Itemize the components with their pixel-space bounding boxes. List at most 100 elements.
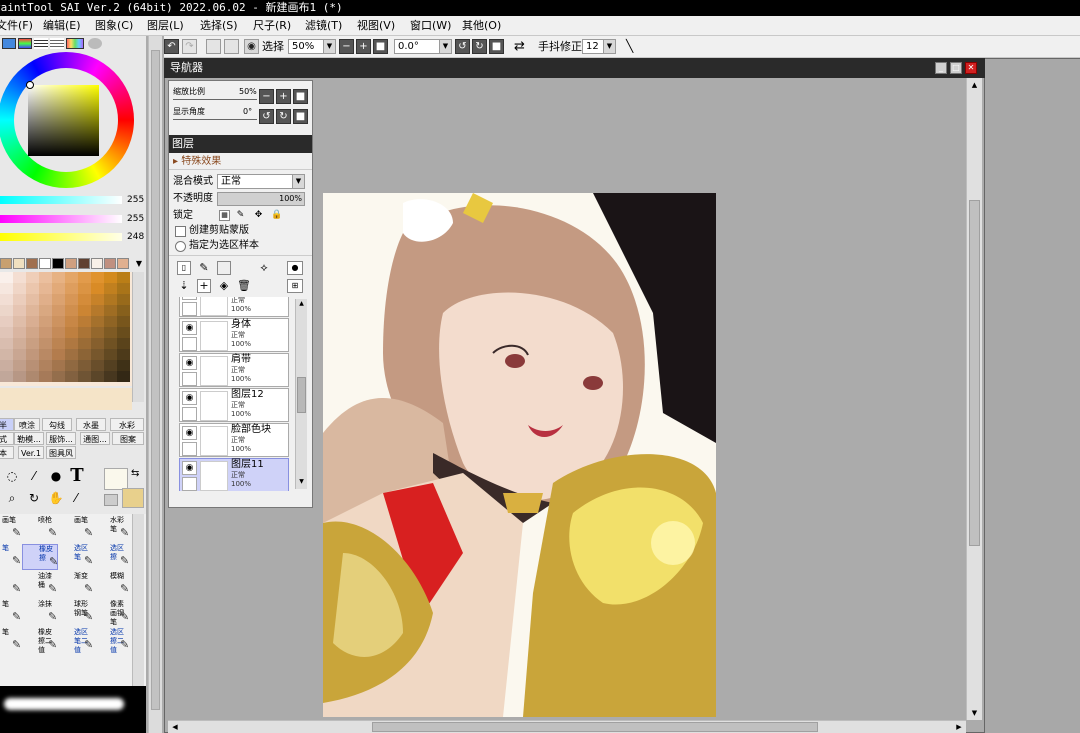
redo-icon[interactable]: ↷ [182, 39, 197, 54]
brush-tool[interactable]: 像素画钢笔 ✎ [94, 600, 130, 626]
menu-window[interactable]: 窗口(W) [410, 16, 451, 36]
palette-cell[interactable] [104, 316, 117, 327]
brush-tab[interactable]: 水彩 [110, 418, 144, 431]
brush-tool[interactable]: 橡皮擦 ✎ [22, 544, 58, 570]
palette-cell[interactable] [65, 338, 78, 349]
layer-effects-icon[interactable]: ⟡ [257, 261, 271, 275]
scratchpad-mode-icon[interactable] [50, 38, 64, 49]
new-folder-icon[interactable] [217, 261, 231, 275]
swatch-4[interactable] [52, 258, 64, 269]
eye-icon[interactable]: ◉ [182, 461, 197, 475]
palette-cell[interactable] [91, 294, 104, 305]
canvas-vertical-scrollbar[interactable]: ▲ ▼ [966, 78, 982, 720]
brush-tab[interactable]: 式 [0, 432, 14, 445]
brush-tool[interactable]: 笔 ✎ [0, 600, 22, 626]
palette-cell[interactable] [39, 349, 52, 360]
scroll-down-icon[interactable]: ▼ [296, 477, 307, 487]
swatch-6[interactable] [78, 258, 90, 269]
layer-item[interactable]: ◉ 肩带 正常 100% [179, 353, 289, 387]
new-pen-layer-icon[interactable]: ✎ [197, 261, 211, 275]
palette-cell[interactable] [13, 360, 26, 371]
layer-item[interactable]: ◉ 脸部色块 正常 100% [179, 423, 289, 457]
zoom-icon[interactable]: ⌕ [4, 490, 20, 506]
palette-cell[interactable] [52, 338, 65, 349]
eye-icon[interactable]: ◉ [182, 356, 197, 370]
nav-rotate-left-icon[interactable]: ↺ [259, 109, 274, 124]
lock-transparency-icon[interactable]: ▦ [219, 210, 230, 221]
red-slider[interactable] [0, 196, 122, 204]
palette-cell[interactable] [0, 316, 13, 327]
brush-tool[interactable]: 水彩笔 ✎ [94, 516, 130, 542]
palette-cell[interactable] [65, 360, 78, 371]
palette-cell[interactable] [52, 327, 65, 338]
palette-cell[interactable] [39, 360, 52, 371]
menu-select[interactable]: 选择(S) [200, 16, 238, 36]
palette-cell[interactable] [104, 360, 117, 371]
clip-mask-checkbox[interactable] [175, 226, 186, 237]
brush-tab[interactable]: 服饰... [46, 432, 76, 445]
palette-cell[interactable] [91, 327, 104, 338]
blue-slider[interactable] [0, 233, 122, 241]
palette-cell[interactable] [104, 327, 117, 338]
swatch-9[interactable] [117, 258, 129, 269]
palette-cell[interactable] [117, 305, 130, 316]
deselect-icon[interactable] [206, 39, 221, 54]
layer-item[interactable]: ◉ 图层12 正常 100% [179, 388, 289, 422]
palette-cell[interactable] [91, 283, 104, 294]
secondary-color-swatch[interactable] [104, 468, 128, 490]
layer-select-checkbox[interactable] [182, 407, 197, 421]
palette-cell[interactable] [0, 272, 13, 283]
palette-cell[interactable] [39, 316, 52, 327]
delete-layer-icon[interactable]: 🗑 [237, 279, 251, 293]
nav-rotate-right-icon[interactable]: ↻ [276, 109, 291, 124]
brush-tab[interactable]: 半 [0, 418, 14, 431]
menu-layer[interactable]: 图层(L) [147, 16, 184, 36]
palette-cell[interactable] [78, 294, 91, 305]
palette-cell[interactable] [13, 283, 26, 294]
palette-cell[interactable] [104, 371, 117, 382]
brush-tab[interactable]: 图具风 [46, 446, 76, 459]
color-wheel-mode-icon[interactable] [2, 38, 16, 49]
brush-tool[interactable]: ✎ [0, 572, 22, 598]
brush-tab[interactable]: 本 [0, 446, 14, 459]
brush-tab[interactable]: 勾线 [42, 418, 72, 431]
palette-cell[interactable] [0, 294, 13, 305]
palette-cell[interactable] [13, 272, 26, 283]
palette-cell[interactable] [39, 327, 52, 338]
brush-tool[interactable]: 涂抹 ✎ [22, 600, 58, 626]
palette-cell[interactable] [91, 360, 104, 371]
left-panel-scroll-thumb[interactable] [151, 50, 160, 710]
layer-select-checkbox[interactable] [182, 477, 197, 491]
palette-cell[interactable] [78, 316, 91, 327]
eye-icon[interactable]: ◉ [182, 426, 197, 440]
scroll-left-icon[interactable]: ◀ [170, 722, 180, 732]
layer-select-checkbox[interactable] [182, 337, 197, 351]
brush-tool[interactable]: 橡皮擦二值 ✎ [22, 628, 58, 654]
swatch-8[interactable] [104, 258, 116, 269]
palette-cell[interactable] [26, 327, 39, 338]
eye-icon[interactable]: ◉ [182, 321, 197, 335]
magic-wand-icon[interactable]: ⁄ [26, 468, 42, 484]
palette-cell[interactable] [0, 371, 13, 382]
hand-icon[interactable]: ✋ [48, 490, 64, 506]
swap-colors-icon[interactable]: ⇆ [131, 468, 143, 480]
palette-cell[interactable] [117, 349, 130, 360]
menu-edit[interactable]: 编辑(E) [43, 16, 81, 36]
line-tool-icon[interactable]: ╲ [626, 39, 633, 54]
eye-icon[interactable]: ◉ [182, 297, 197, 300]
brush-tab[interactable]: Ver.1 [18, 446, 44, 459]
palette-cell[interactable] [65, 283, 78, 294]
lock-paint-icon[interactable]: ✎ [235, 210, 246, 221]
color-palette-grid[interactable] [0, 272, 132, 386]
palette-cell[interactable] [13, 327, 26, 338]
minimize-icon[interactable]: _ [935, 62, 947, 74]
palette-cell[interactable] [52, 294, 65, 305]
palette-cell[interactable] [78, 305, 91, 316]
menu-view[interactable]: 视图(V) [357, 16, 395, 36]
palette-cell[interactable] [13, 338, 26, 349]
flip-horizontal-icon[interactable]: ⇄ [514, 39, 525, 54]
brush-tab[interactable]: 水墨 [76, 418, 106, 431]
mix-mode-icon[interactable] [88, 38, 102, 49]
palette-cell[interactable] [104, 305, 117, 316]
hsv-slider-mode-icon[interactable] [34, 38, 48, 49]
